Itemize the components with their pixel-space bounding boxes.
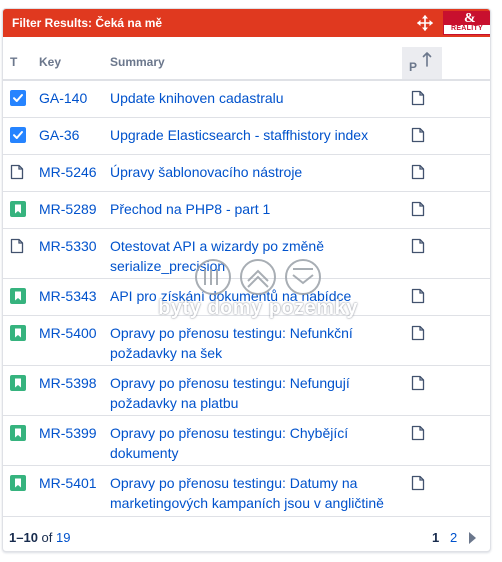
priority-page-icon bbox=[411, 288, 425, 304]
priority-page-icon bbox=[411, 475, 425, 491]
filter-results-gadget: Filter Results: Čeká na mě & REALITY T K… bbox=[2, 8, 491, 552]
story-icon bbox=[10, 325, 26, 341]
priority-page-icon bbox=[411, 375, 425, 391]
result-range: 1–10 bbox=[9, 530, 38, 545]
priority-page-icon bbox=[411, 425, 425, 441]
priority-page-icon bbox=[411, 325, 425, 341]
result-count: 1–10 of 19 bbox=[9, 530, 70, 545]
issue-key-link[interactable]: MR-5330 bbox=[39, 238, 97, 254]
story-icon bbox=[10, 375, 26, 391]
issue-summary-link[interactable]: Opravy po přenosu testingu: Chybějící do… bbox=[110, 423, 395, 463]
checkbox-checked-icon bbox=[10, 90, 26, 106]
issue-key-link[interactable]: GA-36 bbox=[39, 127, 79, 143]
table-row: MR-5343 API pro získání dokumentů na nabí… bbox=[3, 279, 490, 316]
brand-logo: & REALITY bbox=[443, 11, 490, 35]
arrow-up-icon bbox=[422, 52, 432, 67]
column-header-type[interactable]: T bbox=[10, 55, 17, 69]
issue-summary-link[interactable]: Otestovat API a wizardy po změně seriali… bbox=[110, 236, 395, 276]
issue-key-link[interactable]: MR-5246 bbox=[39, 164, 97, 180]
issue-key-link[interactable]: MR-5399 bbox=[39, 425, 97, 441]
page-icon bbox=[10, 164, 26, 180]
result-total: 19 bbox=[56, 530, 71, 545]
table-row: MR-5398 Opravy po přenosu testingu: Nefun… bbox=[3, 366, 490, 416]
priority-page-icon bbox=[411, 201, 425, 217]
issue-summary-link[interactable]: Opravy po přenosu testingu: Nefunkční po… bbox=[110, 323, 395, 363]
page-2-link[interactable]: 2 bbox=[450, 530, 457, 545]
issue-summary-link[interactable]: Přechod na PHP8 - part 1 bbox=[110, 199, 395, 219]
table-row: MR-5289 Přechod na PHP8 - part 1 bbox=[3, 192, 490, 229]
issue-summary-link[interactable]: Úpravy šablonovacího nástroje bbox=[110, 162, 395, 182]
priority-page-icon bbox=[411, 164, 425, 180]
page-1-current: 1 bbox=[432, 530, 440, 545]
chevron-right-icon[interactable] bbox=[467, 531, 477, 545]
story-icon bbox=[10, 425, 26, 441]
table-row: GA-36 Upgrade Elasticsearch - staffhistor… bbox=[3, 118, 490, 155]
table-row: MR-5246 Úpravy šablonovacího nástroje bbox=[3, 155, 490, 192]
table-footer: 1–10 of 19 1 2 bbox=[3, 522, 490, 551]
issue-summary-link[interactable]: Opravy po přenosu testingu: Nefungují po… bbox=[110, 373, 395, 413]
story-icon bbox=[10, 475, 26, 491]
column-header-priority-label: P bbox=[409, 60, 418, 74]
table-row: MR-5400 Opravy po přenosu testingu: Nefun… bbox=[3, 316, 490, 366]
move-arrows-icon[interactable] bbox=[417, 15, 433, 31]
priority-page-icon bbox=[411, 127, 425, 143]
priority-page-icon bbox=[411, 90, 425, 106]
column-header-priority[interactable]: P bbox=[402, 47, 442, 79]
issue-summary-link[interactable]: Opravy po přenosu testingu: Datumy na ma… bbox=[110, 473, 395, 513]
result-of: of bbox=[41, 530, 53, 545]
issue-summary-link[interactable]: Upgrade Elasticsearch - staffhistory ind… bbox=[110, 125, 395, 145]
gadget-header: Filter Results: Čeká na mě & REALITY bbox=[3, 9, 490, 37]
column-header-key[interactable]: Key bbox=[39, 55, 61, 69]
table-row: MR-5401 Opravy po přenosu testingu: Datum… bbox=[3, 466, 490, 517]
issue-key-link[interactable]: MR-5400 bbox=[39, 325, 97, 341]
table-row: MR-5330 Otestovat API a wizardy po změně … bbox=[3, 229, 490, 279]
issue-key-link[interactable]: MR-5343 bbox=[39, 288, 97, 304]
column-header-summary[interactable]: Summary bbox=[110, 55, 165, 69]
page-icon bbox=[10, 238, 26, 254]
issue-key-link[interactable]: MR-5401 bbox=[39, 475, 97, 491]
table-row: GA-140 Update knihoven cadastralu bbox=[3, 81, 490, 118]
table-row: MR-5399 Opravy po přenosu testingu: Chybě… bbox=[3, 416, 490, 466]
story-icon bbox=[10, 288, 26, 304]
table-header: T Key Summary P bbox=[3, 47, 490, 81]
checkbox-checked-icon bbox=[10, 127, 26, 143]
issue-summary-link[interactable]: Update knihoven cadastralu bbox=[110, 88, 395, 108]
issue-key-link[interactable]: MR-5398 bbox=[39, 375, 97, 391]
issue-key-link[interactable]: MR-5289 bbox=[39, 201, 97, 217]
issue-key-link[interactable]: GA-140 bbox=[39, 90, 87, 106]
gadget-title: Filter Results: Čeká na mě bbox=[12, 16, 163, 30]
issue-summary-link[interactable]: API pro získání dokumentů na nabídce bbox=[110, 286, 395, 306]
priority-page-icon bbox=[411, 238, 425, 254]
story-icon bbox=[10, 201, 26, 217]
